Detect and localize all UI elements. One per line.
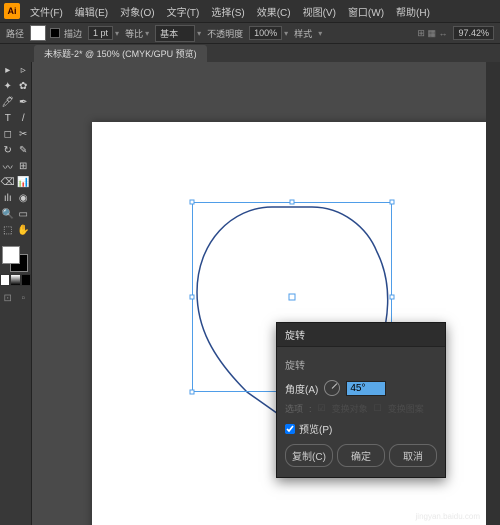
zoom-tool[interactable]: 🔍 (0, 206, 16, 222)
color-mode-none[interactable] (21, 274, 31, 286)
color-picker[interactable] (0, 244, 32, 274)
warp-tool[interactable]: 〰 (0, 158, 16, 174)
pencil-tool[interactable]: ✎ (16, 142, 32, 158)
control-bar: 路径 描边 1 pt▾ 等比▾ 基本▾ 不透明度 100%▾ 样式 ▾ ⊞ ▦ … (0, 22, 500, 44)
stroke-swatch[interactable] (50, 28, 60, 38)
type-tool[interactable]: T (0, 110, 16, 126)
stroke-label: 描边 (64, 27, 82, 40)
curvature-tool[interactable]: ✒ (16, 94, 32, 110)
magic-wand-tool[interactable]: ✦ (0, 78, 16, 94)
menu-bar: Ai 文件(F) 编辑(E) 对象(O) 文字(T) 选择(S) 效果(C) 视… (0, 0, 500, 22)
menu-type[interactable]: 文字(T) (163, 2, 204, 21)
sel-handle[interactable] (190, 295, 195, 300)
direct-selection-tool[interactable]: ▹ (16, 62, 32, 78)
ok-button[interactable]: 确定 (337, 444, 385, 467)
tab-bar: 未标题-2* @ 150% (CMYK/GPU 预览) (0, 44, 500, 62)
cancel-button[interactable]: 取消 (389, 444, 437, 467)
draw-mode-icon[interactable]: ▫ (16, 290, 32, 306)
uniform-label: 等比 (125, 27, 143, 40)
sel-center[interactable] (289, 294, 296, 301)
copy-button[interactable]: 复制(C) (285, 444, 333, 467)
menu-edit[interactable]: 编辑(E) (71, 2, 112, 21)
menu-effect[interactable]: 效果(C) (253, 2, 295, 21)
rotate-dialog: 旋转 旋转 角度(A) 选项: ☑变换对象 ☐变换图案 预览(P) (276, 322, 446, 478)
screen-mode-icon[interactable]: ⊡ (0, 290, 16, 306)
sel-handle[interactable] (390, 295, 395, 300)
right-panel-strip[interactable] (486, 62, 500, 525)
color-mode-fill[interactable] (0, 274, 10, 286)
menu-view[interactable]: 视图(V) (299, 2, 340, 21)
menu-file[interactable]: 文件(F) (26, 2, 67, 21)
opt-patterns: 变换图案 (388, 402, 424, 415)
menu-window[interactable]: 窗口(W) (344, 2, 388, 21)
rotate-tool[interactable]: ↻ (0, 142, 16, 158)
sel-handle[interactable] (290, 200, 295, 205)
opacity-label: 不透明度 (207, 27, 243, 40)
line-tool[interactable]: / (16, 110, 32, 126)
app-icon: Ai (4, 3, 20, 19)
pen-tool[interactable]: 🖊 (0, 94, 16, 110)
angle-input[interactable] (346, 381, 386, 396)
angle-dial[interactable] (324, 380, 340, 396)
tool-panel: ▸▹ ✦✿ 🖊✒ T/ ◻✂ ↻✎ 〰⊞ ⌫📊 ılı◉ 🔍▭ ⬚✋ ⊡▫ (0, 62, 32, 525)
opacity-value[interactable]: 100% (249, 26, 282, 40)
dialog-section-label: 旋转 (285, 357, 437, 372)
graph-tool[interactable]: 📊 (16, 174, 32, 190)
style-label: 样式 (294, 27, 312, 40)
sel-handle[interactable] (390, 200, 395, 205)
zoom-value[interactable]: 97.42% (453, 26, 494, 40)
menu-select[interactable]: 选择(S) (207, 2, 248, 21)
artboard-tool[interactable]: ◉ (16, 190, 32, 206)
hand-tool[interactable]: ⬚ (0, 222, 16, 238)
slice-tool[interactable]: ▭ (16, 206, 32, 222)
chevron-down-icon[interactable]: ▾ (115, 29, 119, 38)
options-label: 选项 (285, 402, 303, 415)
menu-help[interactable]: 帮助(H) (392, 2, 434, 21)
column-graph-tool[interactable]: ılı (0, 190, 16, 206)
scissors-tool[interactable]: ✂ (16, 126, 32, 142)
preview-checkbox[interactable] (285, 424, 295, 434)
free-transform-tool[interactable]: ⊞ (16, 158, 32, 174)
preview-label: 预览(P) (299, 421, 332, 436)
dialog-title: 旋转 (277, 323, 445, 347)
eraser-tool[interactable]: ⌫ (0, 174, 16, 190)
selection-tool[interactable]: ▸ (0, 62, 16, 78)
opt-objects: 变换对象 (332, 402, 368, 415)
menu-object[interactable]: 对象(O) (116, 2, 158, 21)
sel-handle[interactable] (190, 390, 195, 395)
stroke-weight[interactable]: 1 pt (88, 26, 113, 40)
sel-handle[interactable] (190, 200, 195, 205)
rectangle-tool[interactable]: ◻ (0, 126, 16, 142)
angle-label: 角度(A) (285, 381, 318, 396)
document-tab[interactable]: 未标题-2* @ 150% (CMYK/GPU 预览) (34, 45, 207, 62)
brush-def[interactable]: 基本 (155, 25, 195, 42)
color-mode-gradient[interactable] (10, 274, 20, 286)
fill-swatch[interactable] (30, 25, 46, 41)
print-tiling-tool[interactable]: ✋ (16, 222, 32, 238)
lasso-tool[interactable]: ✿ (16, 78, 32, 94)
canvas[interactable]: 旋转 旋转 角度(A) 选项: ☑变换对象 ☐变换图案 预览(P) (32, 62, 486, 525)
topbar-label: 路径 (6, 27, 24, 40)
